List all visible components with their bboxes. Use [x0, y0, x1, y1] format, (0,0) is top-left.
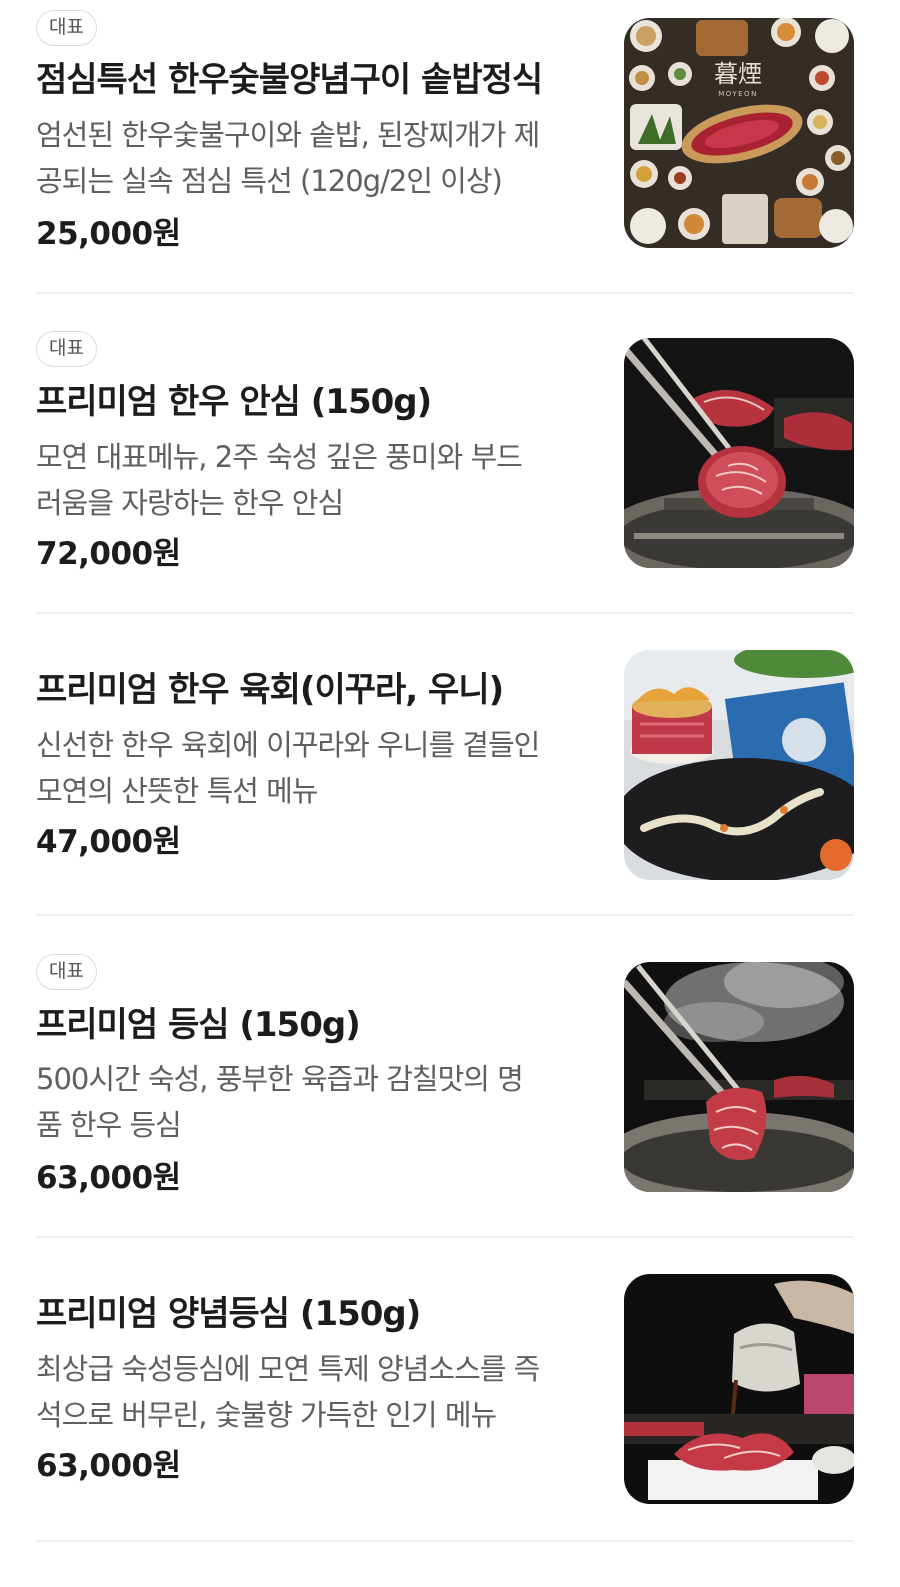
description-line: 신선한 한우 육회에 이꾸라와 우니를 곁들인	[36, 728, 540, 762]
signature-badge: 대표	[36, 954, 97, 990]
menu-item-description: 500시간 숙성, 풍부한 육즙과 감칠맛의 명 품 한우 등심	[36, 1056, 596, 1148]
menu-list: 대표 점심특선 한우숯불양념구이 솥밥정식 엄선된 한우숯불구이와 솥밥, 된장…	[0, 0, 900, 1587]
menu-item-title: 점심특선 한우숯불양념구이 솥밥정식	[36, 60, 543, 100]
menu-item-title: 프리미엄 등심 (150g)	[36, 1005, 361, 1045]
signature-badge: 대표	[36, 10, 97, 46]
menu-item-title: 프리미엄 양념등심 (150g)	[36, 1294, 421, 1334]
description-line: 석으로 버무린, 숯불향 가득한 인기 메뉴	[36, 1398, 497, 1432]
menu-item-photo-marinated-sirloin[interactable]	[624, 1274, 854, 1504]
menu-item-price: 25,000원	[36, 216, 181, 252]
menu-item-price: 63,000원	[36, 1160, 181, 1196]
description-line: 엄선된 한우숯불구이와 솥밥, 된장찌개가 제	[36, 118, 540, 152]
menu-item-photo-tenderloin[interactable]	[624, 338, 854, 568]
menu-item-description: 신선한 한우 육회에 이꾸라와 우니를 곁들인 모연의 산뜻한 특선 메뉴	[36, 722, 596, 814]
divider	[36, 914, 854, 916]
menu-item-description: 최상급 숙성등심에 모연 특제 양념소스를 즉 석으로 버무린, 숯불향 가득한…	[36, 1346, 596, 1438]
description-line: 최상급 숙성등심에 모연 특제 양념소스를 즉	[36, 1352, 540, 1386]
menu-item-photo-yukhoe[interactable]	[624, 650, 854, 880]
brand-sign-subtext: MOYEON	[718, 90, 758, 98]
menu-item-title: 프리미엄 한우 안심 (150g)	[36, 382, 432, 422]
menu-item-photo-table-spread[interactable]: 暮煙 MOYEON	[624, 18, 854, 248]
description-line: 모연의 산뜻한 특선 메뉴	[36, 774, 318, 808]
menu-item-price: 47,000원	[36, 824, 181, 860]
divider	[36, 292, 854, 294]
description-line: 모연 대표메뉴, 2주 숙성 깊은 풍미와 부드	[36, 440, 523, 474]
menu-item-photo-sirloin[interactable]	[624, 962, 854, 1192]
divider	[36, 1236, 854, 1238]
description-line: 러움을 자랑하는 한우 안심	[36, 486, 344, 520]
menu-item-price: 72,000원	[36, 536, 181, 572]
menu-item-price: 63,000원	[36, 1448, 181, 1484]
signature-badge: 대표	[36, 331, 97, 367]
description-line: 품 한우 등심	[36, 1108, 182, 1142]
description-line: 500시간 숙성, 풍부한 육즙과 감칠맛의 명	[36, 1062, 524, 1096]
divider	[36, 612, 854, 614]
menu-item-title: 프리미엄 한우 육회(이꾸라, 우니)	[36, 670, 504, 710]
menu-item-description: 모연 대표메뉴, 2주 숙성 깊은 풍미와 부드 러움을 자랑하는 한우 안심	[36, 434, 596, 526]
description-line: 공되는 실속 점심 특선 (120g/2인 이상)	[36, 164, 503, 198]
divider	[36, 1540, 854, 1542]
brand-sign-text: 暮煙	[714, 60, 762, 88]
menu-item-description: 엄선된 한우숯불구이와 솥밥, 된장찌개가 제 공되는 실속 점심 특선 (12…	[36, 112, 596, 204]
